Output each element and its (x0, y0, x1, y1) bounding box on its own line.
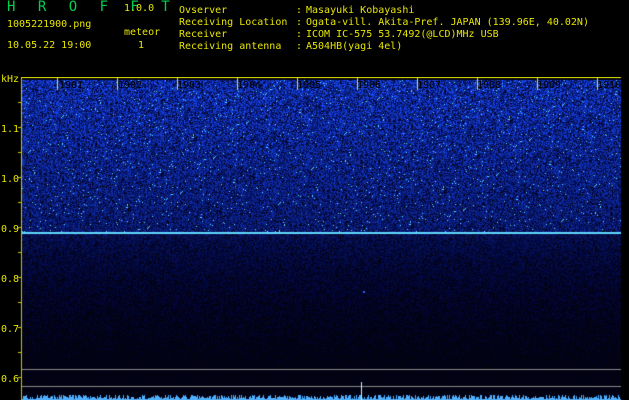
time-tick-label: 1906 (357, 80, 382, 91)
time-tick-label: 1907 (417, 80, 442, 91)
file-name: 1005221900.png (7, 19, 92, 30)
detection-count: 1 (138, 40, 145, 51)
y-tick-label: 1.0 (1, 174, 20, 185)
antenna-label: Receiving antenna (179, 41, 282, 52)
time-tick-label: 1903 (177, 80, 202, 91)
receiver-value: ICOM IC-575 53.7492(@LCD)MHz USB (306, 29, 499, 40)
time-tick-label: 1909 (537, 80, 562, 91)
detection-label: meteor (124, 27, 161, 38)
time-tick-label: 1910 (597, 80, 622, 91)
antenna-value: A504HB(yagi 4el) (306, 41, 403, 52)
separator: : (296, 41, 303, 52)
y-tick-label: 0.6 (1, 374, 20, 385)
observer-label: Ovserver (179, 5, 228, 16)
location-label: Receiving Location (179, 17, 288, 28)
separator: : (296, 17, 303, 28)
receiver-label: Receiver (179, 29, 228, 40)
y-unit-label: kHz (1, 74, 20, 85)
y-tick-label: 0.7 (1, 324, 20, 335)
observer-value: Masayuki Kobayashi (306, 5, 415, 16)
time-tick-label: 1905 (297, 80, 322, 91)
separator: : (296, 5, 303, 16)
time-tick-label: 1902 (118, 80, 143, 91)
y-tick-label: 0.8 (1, 274, 20, 285)
file-datetime: 10.05.22 19:00 (7, 40, 92, 51)
spectrogram (0, 77, 629, 400)
y-tick-label: 0.9 (1, 224, 20, 235)
time-tick-label: 1908 (477, 80, 502, 91)
location-value: Ogata-vill. Akita-Pref. JAPAN (139.96E, … (306, 17, 589, 28)
time-tick-label: 1901 (59, 80, 84, 91)
app-version: 1.0.0 (124, 3, 155, 14)
time-tick-label: 1904 (237, 80, 262, 91)
y-tick-label: 1.1 (1, 124, 20, 135)
separator: : (296, 29, 303, 40)
